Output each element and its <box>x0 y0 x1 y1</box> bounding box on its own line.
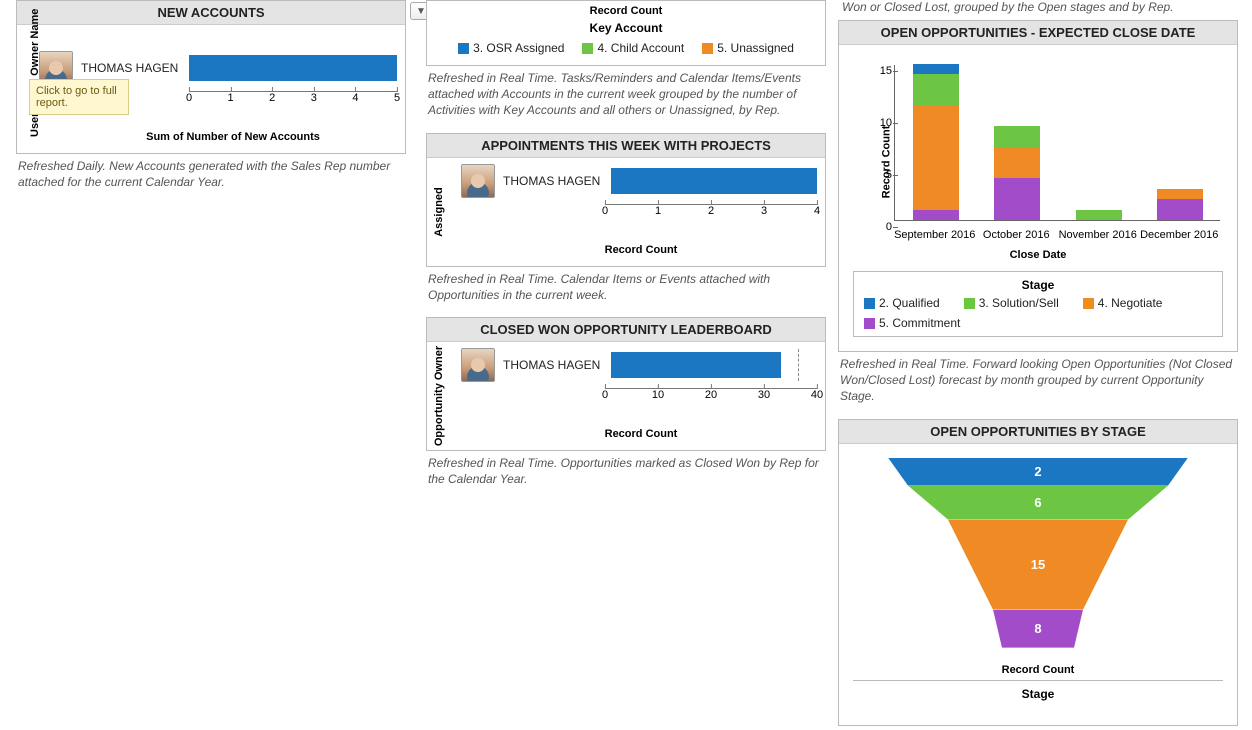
panel-caption: Refreshed in Real Time. Opportunities ma… <box>428 455 824 487</box>
legend-title: Stage <box>864 278 1212 292</box>
row-label: THOMAS HAGEN <box>503 174 603 188</box>
funnel-chart[interactable]: 26158 <box>878 458 1198 658</box>
legend: Stage 2. Qualified 3. Solution/Sell 4. Neg… <box>853 271 1223 337</box>
row-label: THOMAS HAGEN <box>81 61 181 75</box>
bar-segment <box>611 168 817 194</box>
x-axis-label: Close Date <box>848 249 1228 261</box>
panel-by-stage: OPEN OPPORTUNITIES BY STAGE 26158 Record… <box>838 419 1238 726</box>
legend-title: Key Account <box>427 17 825 35</box>
x-axis: 010203040 <box>605 388 817 416</box>
axis-tick: 1 <box>655 205 661 217</box>
stacked-column <box>994 126 1040 220</box>
full-report-tooltip[interactable]: Click to go to full report. <box>29 79 129 115</box>
funnel-segment: 6 <box>908 486 1168 520</box>
bar-segment <box>913 106 959 210</box>
panel-caption: Refreshed in Real Time. Calendar Items o… <box>428 271 824 303</box>
panel-expected-close: OPEN OPPORTUNITIES - EXPECTED CLOSE DATE… <box>838 20 1238 352</box>
axis-tick: 1 <box>228 92 234 104</box>
row-label: THOMAS HAGEN <box>503 358 603 372</box>
bar-segment <box>1157 189 1203 199</box>
legend-item: 2. Qualified <box>864 296 940 310</box>
axis-tick: 0 <box>848 221 892 233</box>
bar-segment <box>994 126 1040 147</box>
panel-title: NEW ACCOUNTS <box>17 1 405 25</box>
stacked-column <box>1076 210 1122 220</box>
axis-tick: 10 <box>652 389 664 401</box>
axis-tick: November 2016 <box>1059 229 1137 241</box>
panel-caption: Refreshed in Real Time. Forward looking … <box>840 356 1236 405</box>
legend-item: 3. OSR Assigned <box>458 41 564 55</box>
legend-item: 5. Commitment <box>864 316 960 330</box>
x-axis: 0 1 2 3 4 5 <box>189 91 397 119</box>
bar-segment <box>611 352 781 378</box>
bar-segment <box>1076 210 1122 220</box>
legend-item: 3. Solution/Sell <box>964 296 1059 310</box>
legend-title: Stage <box>863 687 1213 701</box>
axis-tick: 5 <box>848 169 892 181</box>
axis-tick: October 2016 <box>983 229 1050 241</box>
stacked-column <box>913 64 959 220</box>
bar-segment <box>913 210 959 220</box>
partial-xlabel: Record Count <box>427 1 825 17</box>
panel-caption: Refreshed in Real Time. Tasks/Reminders … <box>428 70 824 119</box>
funnel-segment: 15 <box>948 520 1128 610</box>
panel-appointments: APPOINTMENTS THIS WEEK WITH PROJECTS Ass… <box>426 133 826 267</box>
axis-tick: 20 <box>705 389 717 401</box>
panel-new-accounts: NEW ACCOUNTS User Stats: Owner Name THOM… <box>16 0 406 154</box>
chart-row[interactable]: THOMAS HAGEN <box>461 164 817 198</box>
y-axis-label: Assigned <box>433 152 445 272</box>
avatar <box>461 348 495 382</box>
bar-segment <box>189 55 397 81</box>
y-axis-label: Opportunity Owner <box>433 336 445 456</box>
axis-tick: 10 <box>848 117 892 129</box>
reference-line <box>798 349 799 381</box>
x-axis-label: Sum of Number of New Accounts <box>69 131 397 143</box>
panel-title: APPOINTMENTS THIS WEEK WITH PROJECTS <box>427 134 825 158</box>
chart-row[interactable]: THOMAS HAGEN <box>461 348 817 382</box>
axis-tick: 2 <box>269 92 275 104</box>
axis-tick: 0 <box>602 389 608 401</box>
bar-segment <box>913 64 959 74</box>
axis-tick: 2 <box>708 205 714 217</box>
axis-tick: 3 <box>311 92 317 104</box>
axis-tick: 15 <box>848 65 892 77</box>
funnel-segment: 2 <box>888 458 1188 486</box>
axis-tick: 30 <box>758 389 770 401</box>
panel-key-account: Record Count Key Account 3. OSR Assigned… <box>426 0 826 66</box>
stacked-column-chart[interactable]: Record Count Close Date 0 5 10 15 September … <box>848 57 1228 267</box>
legend: Stage <box>853 680 1223 711</box>
avatar <box>461 164 495 198</box>
axis-tick: 5 <box>394 92 400 104</box>
x-axis-label: Record Count <box>847 664 1229 676</box>
stacked-column <box>1157 189 1203 220</box>
axis-tick: 40 <box>811 389 823 401</box>
axis-tick: 3 <box>761 205 767 217</box>
panel-title: CLOSED WON OPPORTUNITY LEADERBOARD <box>427 318 825 342</box>
bar-segment <box>994 147 1040 178</box>
bar-segment <box>994 178 1040 220</box>
legend-item: 4. Negotiate <box>1083 296 1163 310</box>
legend-item: 5. Unassigned <box>702 41 794 55</box>
y-axis-label: Record Count <box>880 126 892 199</box>
panel-caption: Won or Closed Lost, grouped by the Open … <box>842 0 1238 14</box>
bar-segment <box>913 74 959 105</box>
bar-segment <box>1157 199 1203 220</box>
axis-tick: September 2016 <box>894 229 975 241</box>
axis-tick: 4 <box>814 205 820 217</box>
legend: 3. OSR Assigned 4. Child Account 5. Unassi… <box>427 35 825 65</box>
axis-tick: December 2016 <box>1140 229 1218 241</box>
axis-tick: 0 <box>186 92 192 104</box>
panel-closed-won: CLOSED WON OPPORTUNITY LEADERBOARD Oppor… <box>426 317 826 451</box>
funnel-segment: 8 <box>993 610 1083 648</box>
legend-item: 4. Child Account <box>582 41 684 55</box>
axis-tick: 0 <box>602 205 608 217</box>
x-axis-label: Record Count <box>465 244 817 256</box>
x-axis-label: Record Count <box>465 428 817 440</box>
panel-title: OPEN OPPORTUNITIES BY STAGE <box>839 420 1237 444</box>
panel-caption: Refreshed Daily. New Accounts generated … <box>18 158 404 190</box>
panel-title: OPEN OPPORTUNITIES - EXPECTED CLOSE DATE <box>839 21 1237 45</box>
chevron-down-icon: ▼ <box>416 6 426 17</box>
axis-tick: 4 <box>352 92 358 104</box>
x-axis: 0 1 2 3 4 <box>605 204 817 232</box>
